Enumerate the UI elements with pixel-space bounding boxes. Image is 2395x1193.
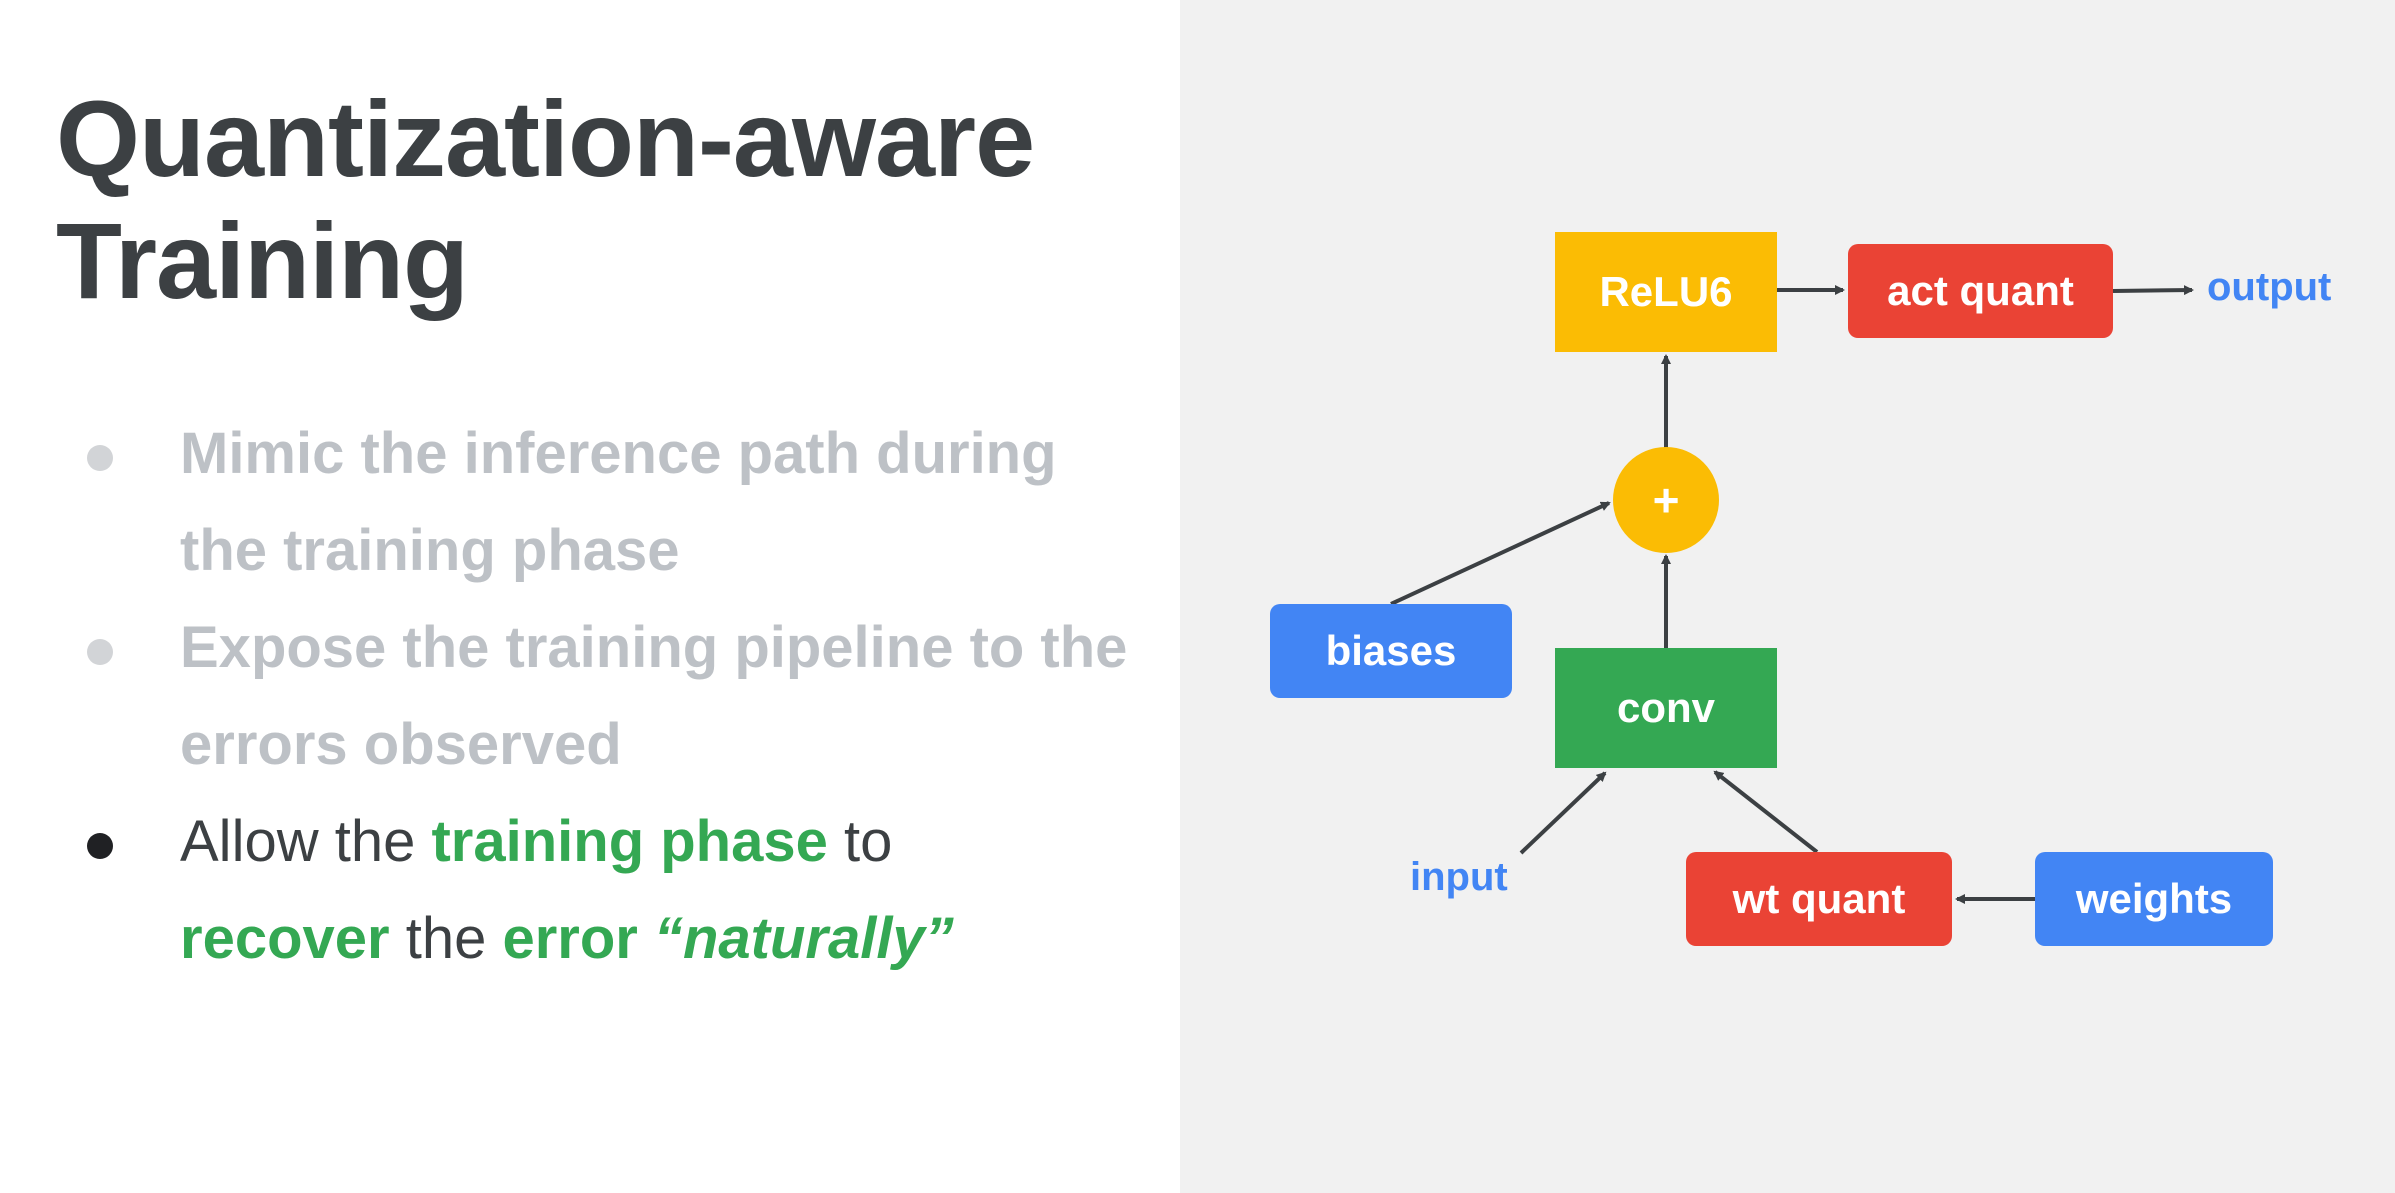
wt-quant-node: wt quant [1686, 852, 1952, 946]
relu6-node: ReLU6 [1555, 232, 1777, 352]
conv-node: conv [1555, 648, 1777, 768]
arrow-actquant-to-output [2112, 285, 2194, 296]
arrow-biases-to-plus [1390, 501, 1611, 606]
weights-node: weights [2035, 852, 2273, 946]
input-label: input [1410, 855, 1508, 899]
act-quant-node: act quant [1848, 244, 2113, 338]
diagram-connectors [1390, 285, 2194, 904]
arrow-input-to-conv [1519, 771, 1607, 855]
output-label: output [2207, 265, 2332, 309]
biases-node: biases [1270, 604, 1512, 698]
arrow-wtquant-to-conv [1713, 770, 1819, 854]
add-node: + [1613, 447, 1719, 553]
